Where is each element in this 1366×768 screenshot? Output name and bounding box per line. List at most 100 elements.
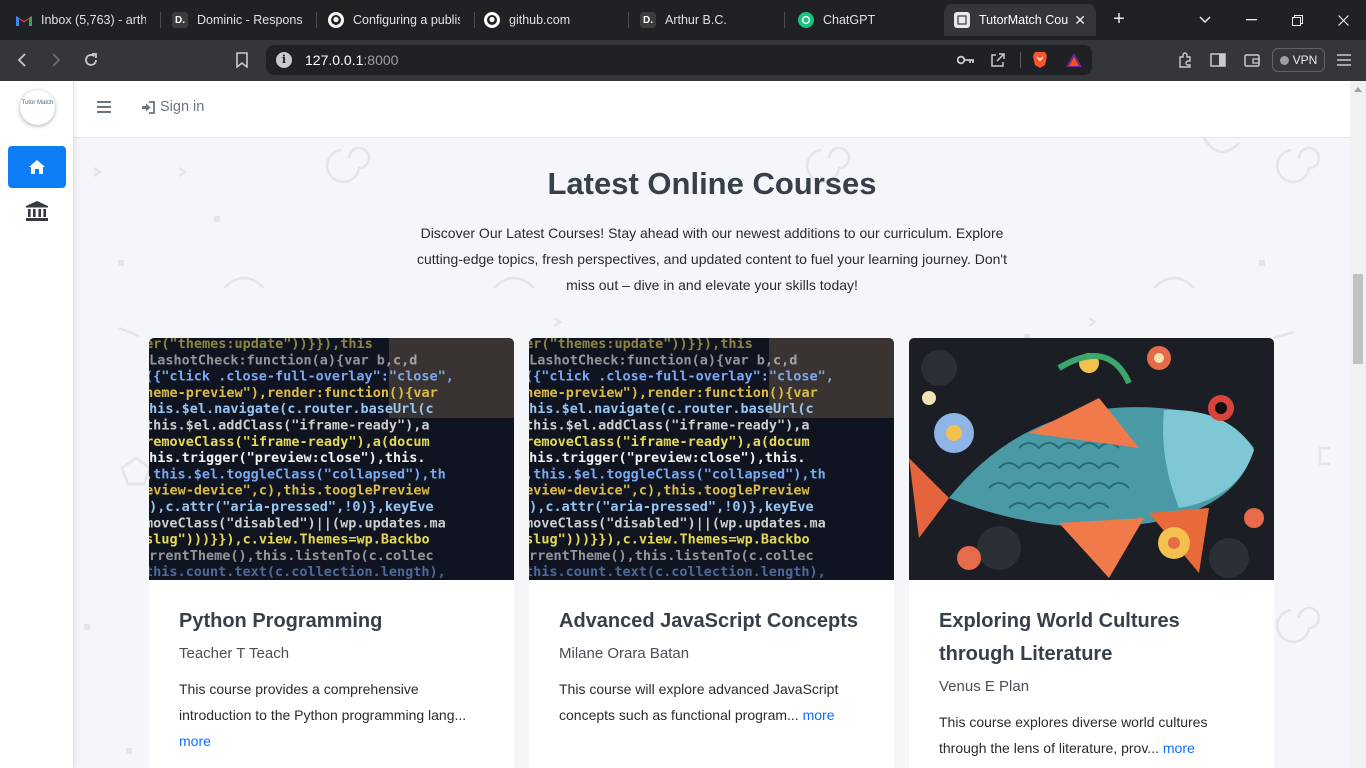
course-card[interactable]: ger("themes:update"))}}),this .LashotChe… bbox=[149, 338, 514, 768]
scroll-up-icon[interactable] bbox=[1354, 87, 1362, 92]
tab-title: Arthur B.C. bbox=[665, 13, 727, 27]
share-icon[interactable] bbox=[986, 48, 1010, 72]
url-text: 127.0.0.1:8000 bbox=[305, 52, 399, 68]
code-line: ({"click .close-full-overlay":"close", bbox=[529, 369, 834, 385]
code-line: "slug")))}}),c.view.Themes=wp.Backbo bbox=[529, 532, 810, 548]
course-image[interactable]: ger("themes:update"))}}),this .LashotChe… bbox=[529, 338, 894, 580]
excerpt-text: This course provides a comprehensive int… bbox=[179, 681, 467, 723]
tab-configuring[interactable]: Configuring a publish bbox=[318, 4, 470, 36]
d-icon: D. bbox=[640, 12, 656, 28]
tab-separator bbox=[784, 12, 785, 28]
menu-icon[interactable] bbox=[1332, 48, 1356, 72]
forward-icon[interactable] bbox=[44, 48, 68, 72]
chatgpt-icon bbox=[798, 12, 814, 28]
sign-in-icon bbox=[142, 100, 155, 114]
code-line: this.$el.addClass("iframe-ready"),a bbox=[529, 418, 809, 434]
more-link[interactable]: more bbox=[179, 733, 211, 749]
address-bar[interactable]: i 127.0.0.1:8000 bbox=[266, 45, 1092, 75]
course-teacher: Venus E Plan bbox=[939, 678, 1030, 695]
tab-title: github.com bbox=[509, 13, 571, 27]
more-link[interactable]: more bbox=[803, 707, 835, 723]
sign-in-link[interactable]: Sign in bbox=[141, 99, 204, 115]
vpn-button[interactable]: VPN bbox=[1272, 48, 1325, 72]
course-image[interactable]: ger("themes:update"))}}),this .LashotChe… bbox=[149, 338, 514, 580]
course-excerpt: This course explores diverse world cultu… bbox=[939, 709, 1249, 761]
code-line: review-device",c),this.tooglePreview bbox=[149, 483, 430, 499]
more-link[interactable]: more bbox=[1163, 740, 1195, 756]
code-line: theme-preview"),render:function(){var bbox=[529, 385, 818, 401]
tab-gmail[interactable]: Inbox (5,763) - arthur bbox=[6, 4, 156, 36]
github-icon bbox=[484, 12, 500, 28]
section-title: Latest Online Courses bbox=[547, 166, 877, 201]
vpn-label: VPN bbox=[1292, 53, 1318, 67]
tab-arthur[interactable]: D. Arthur B.C. bbox=[630, 4, 780, 36]
excerpt-text: This course will explore advanced JavaSc… bbox=[559, 681, 839, 723]
restore-icon[interactable] bbox=[1274, 0, 1320, 40]
course-card[interactable]: ger("themes:update"))}}),this .LashotChe… bbox=[529, 338, 894, 768]
course-image[interactable] bbox=[909, 338, 1274, 580]
courses-section: Latest Online Courses Discover Our Lates… bbox=[74, 138, 1350, 768]
course-title[interactable]: Advanced JavaScript Concepts bbox=[559, 605, 869, 638]
bookmark-icon[interactable] bbox=[230, 48, 254, 72]
course-excerpt: This course will explore advanced JavaSc… bbox=[559, 676, 869, 728]
institution-icon bbox=[26, 201, 48, 221]
code-line: "),c.attr("aria-pressed",!0)},keyEve bbox=[149, 499, 434, 515]
tab-search-icon[interactable] bbox=[1182, 0, 1228, 40]
tab-separator bbox=[316, 12, 317, 28]
tab-tutormatch[interactable]: TutorMatch Cou ✕ bbox=[944, 4, 1096, 36]
close-tab-icon[interactable]: ✕ bbox=[1068, 12, 1086, 29]
new-tab-button[interactable]: + bbox=[1106, 8, 1132, 32]
fish-mosaic-image bbox=[909, 338, 1274, 580]
tab-github[interactable]: github.com bbox=[474, 4, 624, 36]
page-icon bbox=[954, 12, 970, 28]
extensions-icon[interactable] bbox=[1173, 48, 1197, 72]
tab-chatgpt[interactable]: ChatGPT bbox=[788, 4, 938, 36]
tab-separator bbox=[628, 12, 629, 28]
tab-title: ChatGPT bbox=[823, 13, 876, 27]
back-icon[interactable] bbox=[10, 48, 34, 72]
brave-shields-icon[interactable] bbox=[1028, 48, 1052, 72]
tab-title: Configuring a publish bbox=[353, 13, 460, 27]
course-teacher: Milane Orara Batan bbox=[559, 645, 690, 662]
tab-title: Dominic - Responsive bbox=[197, 13, 302, 27]
logo-text: Tutor Match bbox=[21, 100, 54, 106]
code-line: ger("themes:update"))}}),this bbox=[149, 338, 373, 352]
course-card[interactable]: Exploring World Cultures through Literat… bbox=[909, 338, 1274, 768]
app-logo[interactable]: Tutor Match bbox=[20, 90, 55, 125]
code-line: .removeClass("iframe-ready"),a(docum bbox=[149, 434, 430, 450]
course-title[interactable]: Python Programming bbox=[179, 605, 489, 638]
minimize-icon[interactable] bbox=[1228, 0, 1274, 40]
code-line: ({"click .close-full-overlay":"close", bbox=[149, 369, 454, 385]
app-sidebar: Tutor Match bbox=[0, 81, 74, 768]
sidebar-toggle-icon[interactable] bbox=[1206, 48, 1230, 72]
sidebar-item-home[interactable] bbox=[8, 146, 66, 188]
vpn-status-icon bbox=[1279, 55, 1289, 65]
course-title[interactable]: Exploring World Cultures through Literat… bbox=[939, 605, 1249, 671]
scrollbar-thumb[interactable] bbox=[1353, 274, 1363, 364]
key-icon[interactable] bbox=[954, 48, 978, 72]
code-line: this.count.text(c.collection.length), bbox=[149, 564, 446, 580]
code-line: .LashotCheck:function(a){var b,c,d bbox=[149, 352, 417, 368]
wallet-icon[interactable] bbox=[1240, 48, 1264, 72]
code-line: this.$el.addClass("iframe-ready"),a bbox=[149, 418, 429, 434]
divider bbox=[1020, 52, 1021, 68]
home-icon bbox=[29, 160, 45, 174]
code-line: review-device",c),this.tooglePreview bbox=[529, 483, 810, 499]
reload-icon[interactable] bbox=[79, 48, 103, 72]
top-navbar: Sign in bbox=[74, 81, 1350, 138]
code-line: moveClass("disabled")||(wp.updates.ma bbox=[529, 515, 826, 531]
code-line: this.trigger("preview:close"),this. bbox=[529, 450, 805, 466]
sidebar-item-institution[interactable] bbox=[24, 198, 50, 224]
brave-rewards-icon[interactable] bbox=[1062, 48, 1086, 72]
code-line: moveClass("disabled")||(wp.updates.ma bbox=[149, 515, 446, 531]
page-scrollbar[interactable] bbox=[1350, 81, 1366, 768]
hamburger-menu-icon[interactable] bbox=[97, 101, 111, 113]
sign-in-label: Sign in bbox=[160, 99, 205, 115]
site-info-icon[interactable]: i bbox=[276, 52, 292, 68]
code-line: this.$el.navigate(c.router.baseUrl(c bbox=[529, 401, 814, 417]
tab-dominic[interactable]: D. Dominic - Responsive bbox=[162, 4, 312, 36]
code-line: urrentTheme(),this.listenTo(c.collec bbox=[149, 548, 434, 564]
code-line: this.count.text(c.collection.length), bbox=[529, 564, 826, 580]
close-window-icon[interactable] bbox=[1320, 0, 1366, 40]
section-description: Discover Our Latest Courses! Stay ahead … bbox=[417, 225, 1007, 293]
